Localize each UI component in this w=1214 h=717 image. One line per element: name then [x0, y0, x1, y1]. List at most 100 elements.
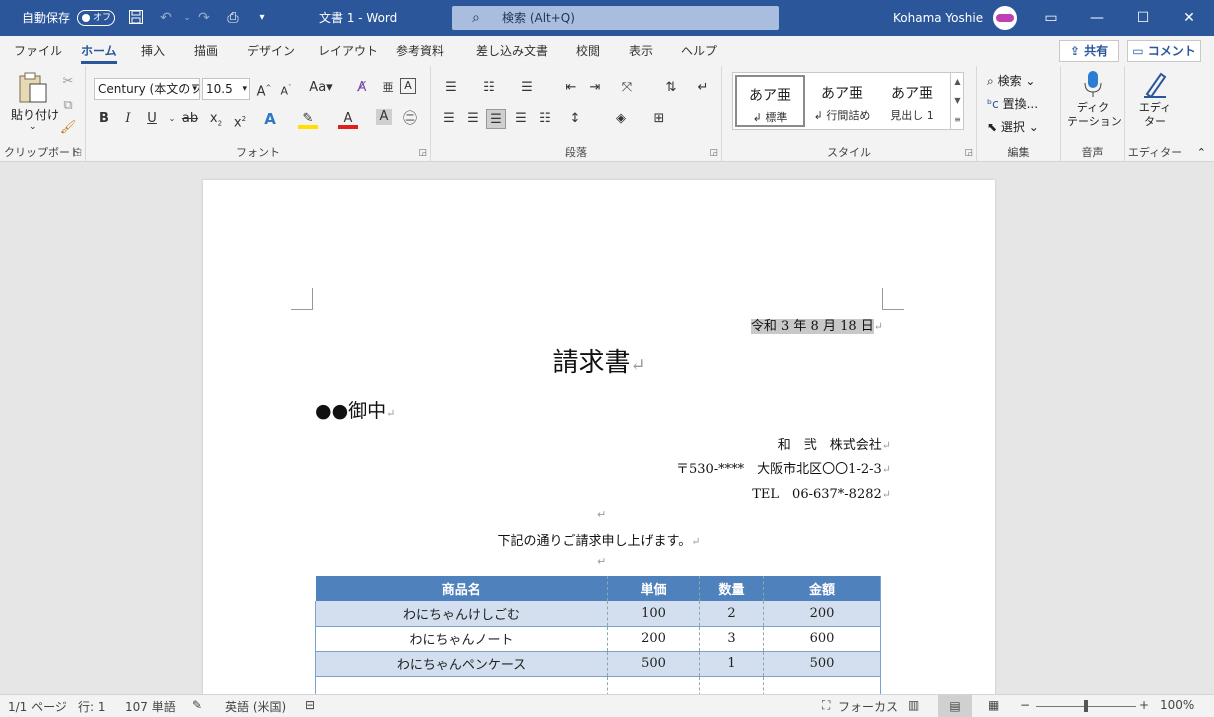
- tab-file[interactable]: ファイル: [14, 42, 62, 59]
- align-center-icon[interactable]: ☰: [463, 109, 483, 129]
- styles-launcher-icon[interactable]: ◲: [964, 148, 973, 158]
- font-color-icon[interactable]: A: [338, 109, 358, 129]
- text-direction-icon[interactable]: ⤧: [617, 78, 637, 98]
- user-name[interactable]: Kohama Yoshie: [893, 0, 983, 36]
- invoice-table[interactable]: 商品名 単価 数量 金額 わにちゃんけしごむ 100 2 200 わにちゃんノー…: [315, 576, 881, 694]
- dictate-button[interactable]: ディク テーション: [1067, 70, 1122, 136]
- bold-icon[interactable]: B: [94, 109, 114, 129]
- tab-home[interactable]: ホーム: [81, 42, 117, 64]
- select-button[interactable]: ⬉ 選択 ⌄: [987, 118, 1039, 135]
- intro-line[interactable]: 下記の通りご請求申し上げます。↵: [203, 530, 995, 549]
- justify-icon[interactable]: ☰: [511, 109, 531, 129]
- align-left-icon[interactable]: ☰: [439, 109, 459, 129]
- maximize-icon[interactable]: ☐: [1120, 0, 1166, 36]
- clear-formatting-icon[interactable]: A̸: [352, 78, 372, 98]
- character-border-icon[interactable]: A: [400, 78, 416, 94]
- word-count[interactable]: 107 単語: [125, 698, 176, 715]
- print-layout-icon[interactable]: ▤: [938, 695, 972, 717]
- search-box[interactable]: ⌕ 検索 (Alt+Q): [452, 6, 779, 30]
- cell-unit-price[interactable]: 100: [607, 601, 700, 627]
- redo-icon[interactable]: ↷: [195, 9, 213, 27]
- format-painter-icon[interactable]: 🖌: [58, 118, 78, 138]
- font-name-combo[interactable]: Century (本文のフ ▾: [94, 78, 200, 100]
- find-button[interactable]: ⌕ 検索 ⌄: [987, 72, 1035, 89]
- company-line[interactable]: 和 弐 株式会社↵: [778, 434, 891, 453]
- multilevel-list-icon[interactable]: ☰: [517, 78, 537, 98]
- zoom-level[interactable]: 100%: [1160, 698, 1194, 712]
- recipient-line[interactable]: ●●御中↵: [315, 396, 395, 423]
- chevron-down-icon[interactable]: ▼: [951, 91, 964, 110]
- tel-line[interactable]: TEL 06-637*-8282↵: [752, 483, 891, 502]
- cell-amount[interactable]: [763, 676, 881, 694]
- accessibility-icon[interactable]: ⊟: [305, 698, 315, 712]
- font-launcher-icon[interactable]: ◲: [418, 148, 427, 158]
- invoice-title[interactable]: 請求書↵: [203, 342, 995, 379]
- change-case-icon[interactable]: Aa▾: [306, 78, 336, 98]
- cell-unit-price[interactable]: 500: [607, 651, 700, 677]
- cell-quantity[interactable]: 2: [699, 601, 764, 627]
- header-product[interactable]: 商品名: [315, 576, 608, 601]
- share-button[interactable]: ⇪ 共有: [1059, 40, 1119, 62]
- replace-button[interactable]: ᵇc 置換...: [987, 95, 1038, 112]
- proofing-icon[interactable]: ✎: [192, 698, 202, 712]
- tab-references[interactable]: 参考資料: [396, 42, 444, 59]
- shrink-font-icon[interactable]: Aˇ: [276, 78, 296, 98]
- clipboard-launcher-icon[interactable]: ◲: [73, 148, 82, 158]
- header-unit-price[interactable]: 単価: [607, 576, 700, 601]
- superscript-icon[interactable]: x2: [230, 109, 250, 130]
- minimize-icon[interactable]: —: [1074, 0, 1120, 36]
- language[interactable]: 英語 (米国): [225, 698, 286, 715]
- cell-quantity[interactable]: 1: [699, 651, 764, 677]
- undo-icon[interactable]: ↶: [157, 9, 175, 27]
- grow-font-icon[interactable]: A^: [254, 78, 274, 99]
- zoom-out-icon[interactable]: −: [1020, 698, 1030, 712]
- cell-quantity[interactable]: 3: [699, 626, 764, 652]
- tab-design[interactable]: デザイン: [247, 42, 295, 59]
- customize-toolbar-icon[interactable]: ▾: [253, 9, 271, 27]
- line-spacing-icon[interactable]: ↕: [565, 109, 585, 129]
- cell-amount[interactable]: 200: [763, 601, 881, 627]
- cell-product[interactable]: わにちゃんペンケース: [315, 651, 608, 677]
- bullets-icon[interactable]: ☰: [441, 78, 461, 98]
- subscript-icon[interactable]: x2: [206, 109, 226, 129]
- chevron-up-icon[interactable]: ▲: [951, 72, 964, 91]
- enclose-characters-icon[interactable]: ㊁: [400, 109, 420, 129]
- print-preview-icon[interactable]: ⎙: [224, 9, 242, 27]
- zoom-in-icon[interactable]: +: [1139, 698, 1149, 712]
- collapse-ribbon-icon[interactable]: ⌃: [1197, 146, 1206, 159]
- date-line[interactable]: 令和 3 年 8 月 18 日↵: [750, 315, 883, 334]
- avatar[interactable]: [993, 6, 1017, 30]
- shading-icon[interactable]: ◈: [611, 109, 631, 129]
- focus-icon[interactable]: ⛶: [822, 698, 830, 713]
- copy-icon[interactable]: ⧉: [58, 96, 78, 116]
- text-effects-icon[interactable]: A: [260, 109, 280, 129]
- document-page[interactable]: 令和 3 年 8 月 18 日↵ 請求書↵ ●●御中↵ 和 弐 株式会社↵ 〒5…: [203, 180, 995, 694]
- tab-insert[interactable]: 挿入: [141, 42, 165, 59]
- paste-button[interactable]: 貼り付け ⌄: [10, 72, 59, 134]
- style-no-spacing[interactable]: あア亜 ↲ 行間詰め: [807, 75, 877, 127]
- show-marks-icon[interactable]: ↵: [693, 78, 713, 98]
- character-shading-icon[interactable]: A: [376, 109, 392, 125]
- cell-amount[interactable]: 600: [763, 626, 881, 652]
- increase-indent-icon[interactable]: ⇥: [585, 78, 605, 98]
- ribbon-display-icon[interactable]: ▭: [1028, 0, 1074, 36]
- strikethrough-icon[interactable]: ab: [180, 109, 200, 129]
- tab-draw[interactable]: 描画: [194, 42, 218, 59]
- font-size-combo[interactable]: 10.5 ▾: [202, 78, 250, 100]
- cell-product[interactable]: わにちゃんけしごむ: [315, 601, 608, 627]
- numbering-icon[interactable]: ☷: [479, 78, 499, 98]
- cut-icon[interactable]: ✂: [58, 72, 78, 92]
- borders-icon[interactable]: ⊞: [649, 109, 669, 129]
- style-normal[interactable]: あア亜 ↲ 標準: [735, 75, 805, 127]
- close-icon[interactable]: ✕: [1166, 0, 1212, 36]
- phonetic-guide-icon[interactable]: 亜: [378, 78, 398, 98]
- tab-review[interactable]: 校閲: [576, 42, 600, 59]
- autosave-toggle[interactable]: オフ: [77, 10, 115, 26]
- page-count[interactable]: 1/1 ページ: [8, 698, 67, 715]
- underline-dropdown-icon[interactable]: ⌄: [162, 109, 182, 129]
- tab-view[interactable]: 表示: [629, 42, 653, 59]
- decrease-indent-icon[interactable]: ⇤: [561, 78, 581, 98]
- distributed-icon[interactable]: ☷: [535, 109, 555, 129]
- save-icon[interactable]: [127, 9, 145, 27]
- undo-dropdown-icon[interactable]: ⌄: [178, 9, 196, 27]
